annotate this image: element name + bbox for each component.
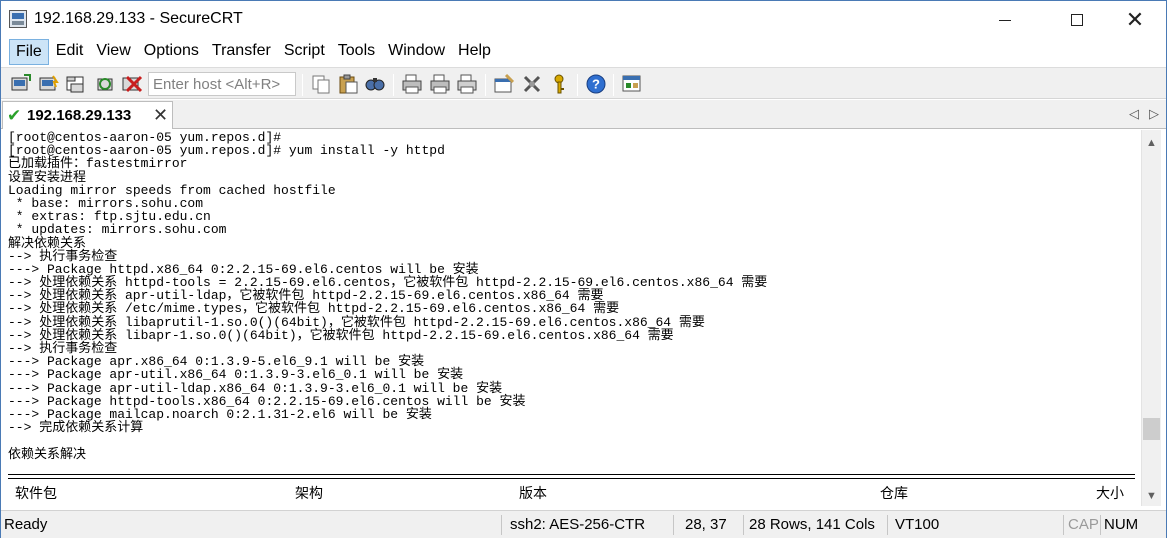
- terminal-line: 解决依赖关系: [8, 235, 87, 251]
- terminal-line: ---> Package apr-util.x86_64 0:1.3.9-3.e…: [8, 367, 464, 383]
- table-header-package: 软件包: [15, 485, 57, 501]
- help-icon[interactable]: ?: [585, 73, 607, 95]
- terminal-line: --> 执行事务检查: [8, 248, 118, 264]
- title-bar[interactable]: 192.168.29.133 - SecureCRT ✕: [1, 1, 1166, 39]
- print-setup-icon[interactable]: [429, 73, 451, 95]
- session-tab-label: 192.168.29.133: [27, 107, 132, 124]
- enter-host-input[interactable]: [148, 72, 296, 96]
- svg-text:?: ?: [592, 77, 600, 92]
- quick-connect-icon[interactable]: [38, 73, 60, 95]
- sftp-icon[interactable]: [621, 73, 643, 95]
- terminal-line: --> 处理依赖关系 libapr-1.so.0()(64bit)，它被软件包 …: [8, 327, 674, 343]
- securecrt-window: 192.168.29.133 - SecureCRT ✕ File Edit V…: [0, 0, 1167, 538]
- terminal-line: --> 完成依赖关系计算: [8, 420, 144, 436]
- keymap-icon[interactable]: [521, 73, 543, 95]
- table-header-version: 版本: [519, 485, 547, 501]
- menu-window[interactable]: Window: [382, 39, 451, 65]
- menu-file[interactable]: File: [9, 39, 49, 65]
- scroll-down-icon[interactable]: ▼: [1142, 487, 1161, 505]
- menu-bar: File Edit View Options Transfer Script T…: [1, 39, 1166, 66]
- tab-scroll-right-icon[interactable]: ▷: [1149, 106, 1159, 122]
- terminal-line: --> 处理依赖关系 libaprutil-1.so.0()(64bit)，它被…: [8, 314, 705, 330]
- copy-icon[interactable]: [310, 73, 332, 95]
- session-tab-strip: ✔ 192.168.29.133 ✕ ◁ ▷: [1, 100, 1166, 129]
- table-separator: [8, 474, 1135, 479]
- status-ready: Ready: [4, 516, 48, 533]
- terminal-line: 设置安装进程: [8, 169, 87, 185]
- menu-transfer[interactable]: Transfer: [206, 39, 277, 65]
- print-icon[interactable]: [401, 73, 423, 95]
- menu-edit[interactable]: Edit: [50, 39, 90, 65]
- disconnect-icon[interactable]: [121, 73, 143, 95]
- reconnect-icon[interactable]: [94, 73, 116, 95]
- terminal-line: --> 处理依赖关系 /etc/mime.types，它被软件包 httpd-2…: [8, 301, 620, 317]
- session-tab[interactable]: ✔ 192.168.29.133 ✕: [2, 101, 173, 129]
- terminal-output: [root@centos-aaron-05 yum.repos.d]# [root…: [8, 131, 767, 461]
- menu-view[interactable]: View: [90, 39, 136, 65]
- terminal-line: 已加载插件：fastestmirror: [8, 156, 188, 172]
- minimize-icon: [999, 19, 1011, 21]
- tab-close-icon[interactable]: ✕: [153, 106, 168, 124]
- menu-options[interactable]: Options: [138, 39, 205, 65]
- status-num-lock: NUM: [1104, 516, 1139, 533]
- scrollbar-thumb[interactable]: [1143, 418, 1160, 440]
- terminal-line: * updates: mirrors.sohu.com: [8, 222, 227, 238]
- close-button[interactable]: ✕: [1106, 1, 1164, 39]
- paste-icon[interactable]: [337, 73, 359, 95]
- terminal-line: Loading mirror speeds from cached hostfi…: [8, 182, 336, 198]
- table-header-repo: 仓库: [880, 485, 908, 501]
- connect-icon[interactable]: [10, 73, 32, 95]
- securecrt-app-icon[interactable]: [9, 10, 27, 28]
- terminal-line: ---> Package apr-util-ldap.x86_64 0:1.3.…: [8, 380, 503, 396]
- session-options-icon[interactable]: [493, 73, 515, 95]
- maximize-button[interactable]: [1048, 1, 1106, 39]
- scroll-up-icon[interactable]: ▲: [1142, 134, 1161, 152]
- find-icon[interactable]: [364, 73, 386, 95]
- status-cursor-position: 28, 37: [685, 516, 727, 533]
- status-caps-lock: CAP: [1068, 516, 1099, 533]
- menu-help[interactable]: Help: [452, 39, 497, 65]
- status-bar: Ready ssh2: AES-256-CTR 28, 37 28 Rows, …: [1, 510, 1166, 538]
- table-header-arch: 架构: [295, 485, 323, 501]
- tab-scroll-left-icon[interactable]: ◁: [1129, 106, 1139, 122]
- menu-script[interactable]: Script: [278, 39, 331, 65]
- menu-tools[interactable]: Tools: [332, 39, 381, 65]
- window-title: 192.168.29.133 - SecureCRT: [34, 10, 243, 27]
- connect-in-tab-icon[interactable]: [65, 73, 87, 95]
- vertical-scrollbar[interactable]: ▲ ▼: [1141, 130, 1161, 506]
- maximize-icon: [1071, 14, 1083, 26]
- close-icon: ✕: [1125, 7, 1145, 32]
- print-screen-icon[interactable]: [456, 73, 478, 95]
- status-terminal-type: VT100: [895, 516, 940, 533]
- check-icon: ✔: [7, 106, 22, 125]
- terminal-line: 依赖关系解决: [8, 446, 87, 462]
- terminal-line: ---> Package httpd-tools.x86_64 0:2.2.15…: [8, 393, 526, 409]
- toolbar: ?: [1, 67, 1166, 99]
- terminal-view[interactable]: [root@centos-aaron-05 yum.repos.d]# [root…: [1, 130, 1141, 506]
- status-terminal-size: 28 Rows, 141 Cols: [749, 516, 875, 533]
- minimize-button[interactable]: [976, 1, 1034, 39]
- key-agent-icon[interactable]: [548, 73, 570, 95]
- status-cipher: ssh2: AES-256-CTR: [510, 516, 646, 533]
- table-header-size: 大小: [1096, 485, 1124, 501]
